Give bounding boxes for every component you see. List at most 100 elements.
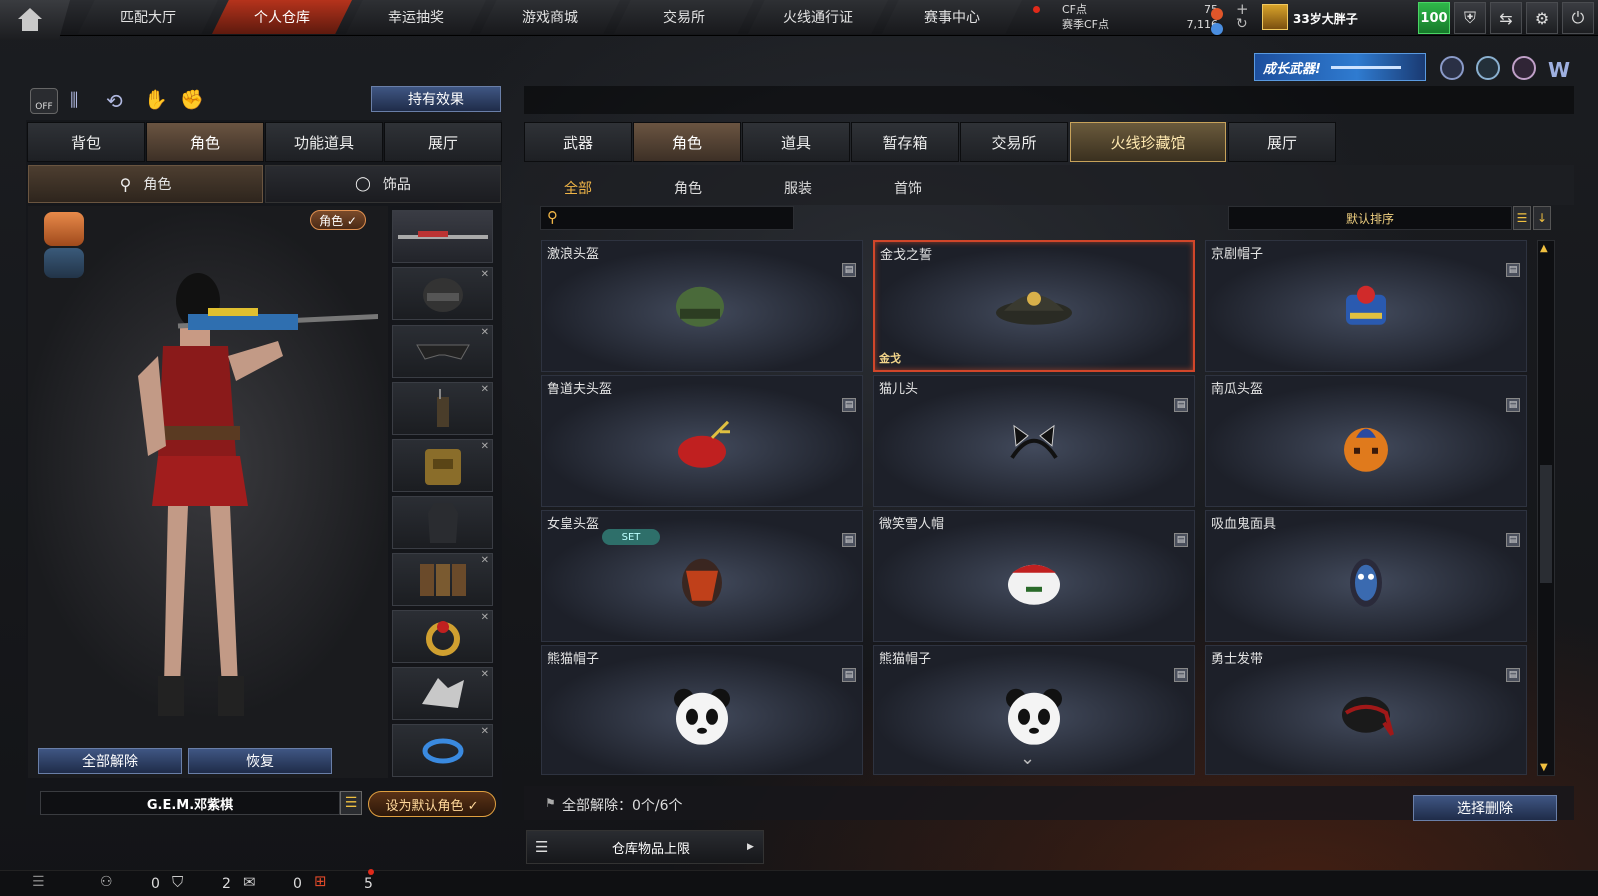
nav-tab-match-lobby[interactable]: 匹配大厅 <box>78 0 218 34</box>
nav-tab-exchange[interactable]: 交易所 <box>614 0 754 34</box>
growth-weapon-banner[interactable]: 成长武器! <box>1254 53 1426 81</box>
slot-close-icon[interactable]: ✕ <box>481 269 489 280</box>
tab-showroom[interactable]: 展厅 <box>384 122 502 162</box>
emblem-icon-3[interactable] <box>1512 56 1536 80</box>
item-card[interactable]: 南瓜头盔 ▤ <box>1205 375 1527 507</box>
friends-icon[interactable]: ⚇ <box>100 874 113 890</box>
slot-ring[interactable]: ✕ <box>392 610 493 663</box>
set-default-character-button[interactable]: 设为默认角色 ✓ <box>368 791 496 817</box>
subtab-clothing[interactable]: 服装 <box>760 171 836 205</box>
slot-close-icon[interactable]: ✕ <box>481 327 489 338</box>
trash-icon[interactable]: ▤ <box>842 398 856 412</box>
item-card[interactable]: 猫儿头 ▤ <box>873 375 1195 507</box>
item-card[interactable]: 熊猫帽子 ▤ <box>541 645 863 775</box>
scroll-down-icon[interactable]: ▼ <box>1540 762 1548 773</box>
trash-icon[interactable]: ▤ <box>1506 668 1520 682</box>
list-icon[interactable]: ☰ <box>32 874 45 890</box>
tab-items[interactable]: 道具 <box>742 122 850 162</box>
slot-emblem[interactable]: ✕ <box>392 667 493 720</box>
tab-exchange[interactable]: 交易所 <box>960 122 1068 162</box>
menu-icon[interactable]: ☰ <box>340 791 362 815</box>
slot-close-icon[interactable]: ✕ <box>481 726 489 737</box>
unequip-all-button[interactable]: 全部解除 <box>38 748 182 774</box>
list-view-icon[interactable]: ☰ <box>1513 206 1531 230</box>
search-box[interactable]: ⚲ <box>540 206 794 230</box>
sort-dropdown[interactable]: 默认排序 <box>1228 206 1512 230</box>
subtab-role[interactable]: 角色 <box>650 171 726 205</box>
nav-tab-events[interactable]: 赛事中心 <box>882 0 1022 34</box>
power-icon[interactable]: ⏻ <box>1562 2 1594 34</box>
slot-primary-weapon[interactable] <box>392 210 493 263</box>
emblem-icon-2[interactable] <box>1476 56 1500 80</box>
item-card[interactable]: 微笑雪人帽 ▤ <box>873 510 1195 642</box>
slot-backpack[interactable]: ✕ <box>392 439 493 492</box>
nav-tab-warehouse[interactable]: 个人仓库 <box>212 0 352 34</box>
tab-character[interactable]: 角色 <box>146 122 264 162</box>
user-name[interactable]: 33岁大胖子 <box>1293 10 1358 27</box>
level-badge[interactable]: 100 <box>1418 2 1450 34</box>
tab-characters[interactable]: 角色 <box>633 122 741 162</box>
scrollbar[interactable]: ▲ ▼ <box>1537 240 1555 776</box>
gift-icon[interactable]: ⊞ <box>314 872 327 890</box>
trash-icon[interactable]: ▤ <box>842 668 856 682</box>
warehouse-limit-bar[interactable]: ☰ 仓库物品上限 ▶ <box>526 830 764 864</box>
tab-storage[interactable]: 暂存箱 <box>851 122 959 162</box>
tab-weapons[interactable]: 武器 <box>524 122 632 162</box>
select-delete-button[interactable]: 选择删除 <box>1413 795 1557 821</box>
faction-badge-icon[interactable] <box>44 248 84 278</box>
scroll-up-icon[interactable]: ▲ <box>1540 243 1548 254</box>
subtab-character[interactable]: ⚲ 角色 <box>28 165 263 203</box>
nav-tab-pass[interactable]: 火线通行证 <box>748 0 888 34</box>
w-logo-icon[interactable]: W <box>1548 58 1570 82</box>
slot-radio[interactable]: ✕ <box>392 382 493 435</box>
item-card[interactable]: 鲁道夫头盔 ▤ <box>541 375 863 507</box>
trash-icon[interactable]: ▤ <box>1506 533 1520 547</box>
slot-vest-empty[interactable] <box>392 496 493 549</box>
item-card[interactable]: 京剧帽子 ▤ <box>1205 240 1527 372</box>
restore-button[interactable]: 恢复 <box>188 748 332 774</box>
subtab-all[interactable]: 全部 <box>540 171 616 205</box>
tab-backpack[interactable]: 背包 <box>27 122 145 162</box>
trash-icon[interactable]: ▤ <box>1506 398 1520 412</box>
slot-close-icon[interactable]: ✕ <box>481 669 489 680</box>
shield-icon[interactable]: ⛨ <box>1454 2 1486 34</box>
more-chevron-icon[interactable]: ⌄ <box>1020 748 1035 769</box>
subtab-accessory[interactable]: ◯ 饰品 <box>265 165 501 203</box>
item-card[interactable]: 勇士发带 ▤ <box>1205 645 1527 775</box>
avatar[interactable] <box>1262 4 1288 30</box>
tab-collection-hall[interactable]: 火线珍藏馆 <box>1070 122 1226 162</box>
trash-icon[interactable]: ▤ <box>1174 668 1188 682</box>
toggle-off-icon[interactable]: OFF <box>30 88 58 114</box>
slot-helmet[interactable]: ✕ <box>392 267 493 320</box>
scroll-thumb[interactable] <box>1540 465 1552 583</box>
stats-icon[interactable]: ⫼ <box>70 90 78 111</box>
slot-close-icon[interactable]: ✕ <box>481 384 489 395</box>
trash-icon[interactable]: ▤ <box>1506 263 1520 277</box>
trash-icon[interactable]: ▤ <box>842 263 856 277</box>
slot-ammo-belt[interactable]: ✕ <box>392 553 493 606</box>
chat-icon[interactable]: ✉ <box>243 873 256 891</box>
pose-icon[interactable]: ✋ <box>144 88 168 111</box>
item-card[interactable]: 激浪头盔 ▤ <box>541 240 863 372</box>
slot-close-icon[interactable]: ✕ <box>481 441 489 452</box>
emblem-icon-1[interactable] <box>1440 56 1464 80</box>
refresh-icon[interactable]: ↻ <box>1236 16 1248 32</box>
item-card[interactable]: 金戈之誓 金戈 <box>873 240 1195 372</box>
trash-icon[interactable]: ▤ <box>842 533 856 547</box>
clan-shield-icon[interactable]: ⛉ <box>172 873 183 891</box>
holding-effect-button[interactable]: 持有效果 <box>371 86 501 112</box>
trash-icon[interactable]: ▤ <box>1174 533 1188 547</box>
slot-goggles[interactable]: ✕ <box>392 325 493 378</box>
trash-icon[interactable]: ▤ <box>1174 398 1188 412</box>
switch-icon[interactable]: ⇆ <box>1490 2 1522 34</box>
home-button[interactable] <box>0 0 70 40</box>
nav-tab-lottery[interactable]: 幸运抽奖 <box>346 0 486 34</box>
character-preview[interactable]: 角色 ✓ <box>28 206 388 778</box>
item-card[interactable]: 吸血鬼面具 ▤ <box>1205 510 1527 642</box>
tab-showroom-right[interactable]: 展厅 <box>1228 122 1336 162</box>
sort-direction-icon[interactable]: ↓ <box>1533 206 1551 230</box>
subtab-jewelry[interactable]: 首饰 <box>870 171 946 205</box>
gear-icon[interactable]: ⚙ <box>1526 2 1558 34</box>
item-card[interactable]: 女皇头盔 ▤ SET <box>541 510 863 642</box>
search-input[interactable] <box>567 209 787 227</box>
